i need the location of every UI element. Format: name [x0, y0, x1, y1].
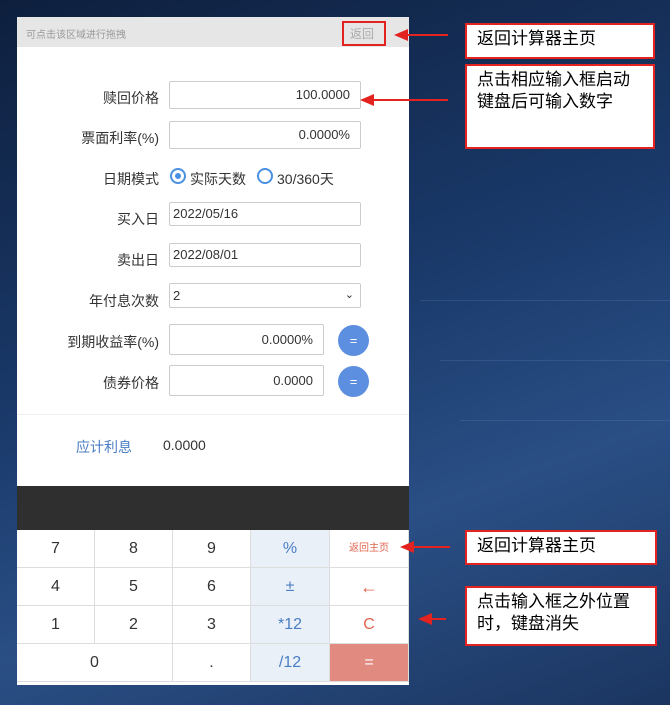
bond-calculator-panel: 可点击该区域进行拖拽 返回 赎回价格 100.0000 票面利率(%) 0.00…: [17, 17, 409, 685]
actual-days-radio[interactable]: [170, 168, 186, 184]
30-360-radio[interactable]: [257, 168, 273, 184]
callout-back-keyboard: 返回计算器主页: [465, 530, 657, 565]
arrow-left-icon: [360, 94, 374, 106]
bond-price-label: 债券价格: [103, 375, 159, 391]
key-plus-minus[interactable]: ±: [251, 568, 330, 606]
arrow-left-icon: [394, 29, 408, 41]
back-home-key[interactable]: 返回主页: [330, 530, 409, 568]
ytm-calc-button[interactable]: =: [338, 325, 369, 356]
key-8[interactable]: 8: [95, 530, 173, 568]
key-5[interactable]: 5: [95, 568, 173, 606]
background-line: [460, 420, 670, 421]
30-360-option[interactable]: 30/360天: [277, 169, 334, 189]
key-0[interactable]: 0: [17, 644, 173, 682]
sell-date-label: 卖出日: [117, 252, 159, 268]
divider: [17, 414, 409, 415]
actual-days-option[interactable]: 实际天数: [190, 169, 246, 189]
chevron-down-icon: ⌄: [344, 289, 354, 301]
ytm-label: 到期收益率(%): [67, 334, 159, 350]
redemption-price-input[interactable]: 100.0000: [169, 81, 361, 109]
back-highlight-box: [342, 21, 386, 46]
buy-date-label: 买入日: [117, 211, 159, 227]
coupon-rate-label: 票面利率(%): [81, 130, 159, 146]
annual-payments-value: 2: [173, 288, 181, 303]
key-6[interactable]: 6: [173, 568, 251, 606]
sell-date-input[interactable]: 2022/08/01: [169, 243, 361, 267]
key-decimal[interactable]: .: [173, 644, 251, 682]
coupon-rate-input[interactable]: 0.0000%: [169, 121, 361, 149]
key-divide-12[interactable]: /12: [251, 644, 330, 682]
callout-input-hint: 点击相应输入框启动键盘后可输入数字: [465, 64, 655, 149]
numeric-keyboard: 7 8 9 % 返回主页 4 5 6 ± ← 1 2 3 *12 C 0 . /…: [17, 530, 409, 685]
clear-key[interactable]: C: [330, 606, 409, 644]
keyboard-top-bar: [17, 486, 409, 530]
background-line: [440, 360, 670, 361]
bond-price-calc-button[interactable]: =: [338, 366, 369, 397]
arrow-line: [414, 546, 450, 548]
annual-payments-label: 年付息次数: [89, 293, 159, 309]
arrow-left-icon: [400, 541, 414, 553]
arrow-line: [372, 99, 448, 101]
accrued-interest-value: 0.0000: [163, 437, 206, 453]
key-times-12[interactable]: *12: [251, 606, 330, 644]
backspace-key[interactable]: ←: [330, 568, 409, 606]
arrow-line: [430, 618, 446, 620]
key-percent[interactable]: %: [251, 530, 330, 568]
ytm-input[interactable]: 0.0000%: [169, 324, 324, 355]
callout-dismiss-hint: 点击输入框之外位置时，键盘消失: [465, 586, 657, 646]
key-4[interactable]: 4: [17, 568, 95, 606]
bond-price-input[interactable]: 0.0000: [169, 365, 324, 396]
key-1[interactable]: 1: [17, 606, 95, 644]
equals-key[interactable]: =: [330, 644, 409, 682]
drag-hint: 可点击该区域进行拖拽: [26, 30, 126, 41]
arrow-line: [408, 34, 448, 36]
arrow-left-icon: [418, 613, 432, 625]
key-2[interactable]: 2: [95, 606, 173, 644]
date-mode-label: 日期模式: [103, 171, 159, 187]
accrued-interest-label: 应计利息: [76, 439, 132, 455]
annual-payments-select[interactable]: 2 ⌄: [169, 283, 361, 308]
redemption-price-label: 赎回价格: [103, 90, 159, 106]
background-line: [420, 300, 670, 301]
key-3[interactable]: 3: [173, 606, 251, 644]
key-7[interactable]: 7: [17, 530, 95, 568]
key-9[interactable]: 9: [173, 530, 251, 568]
buy-date-input[interactable]: 2022/05/16: [169, 202, 361, 226]
callout-back-top: 返回计算器主页: [465, 23, 655, 59]
